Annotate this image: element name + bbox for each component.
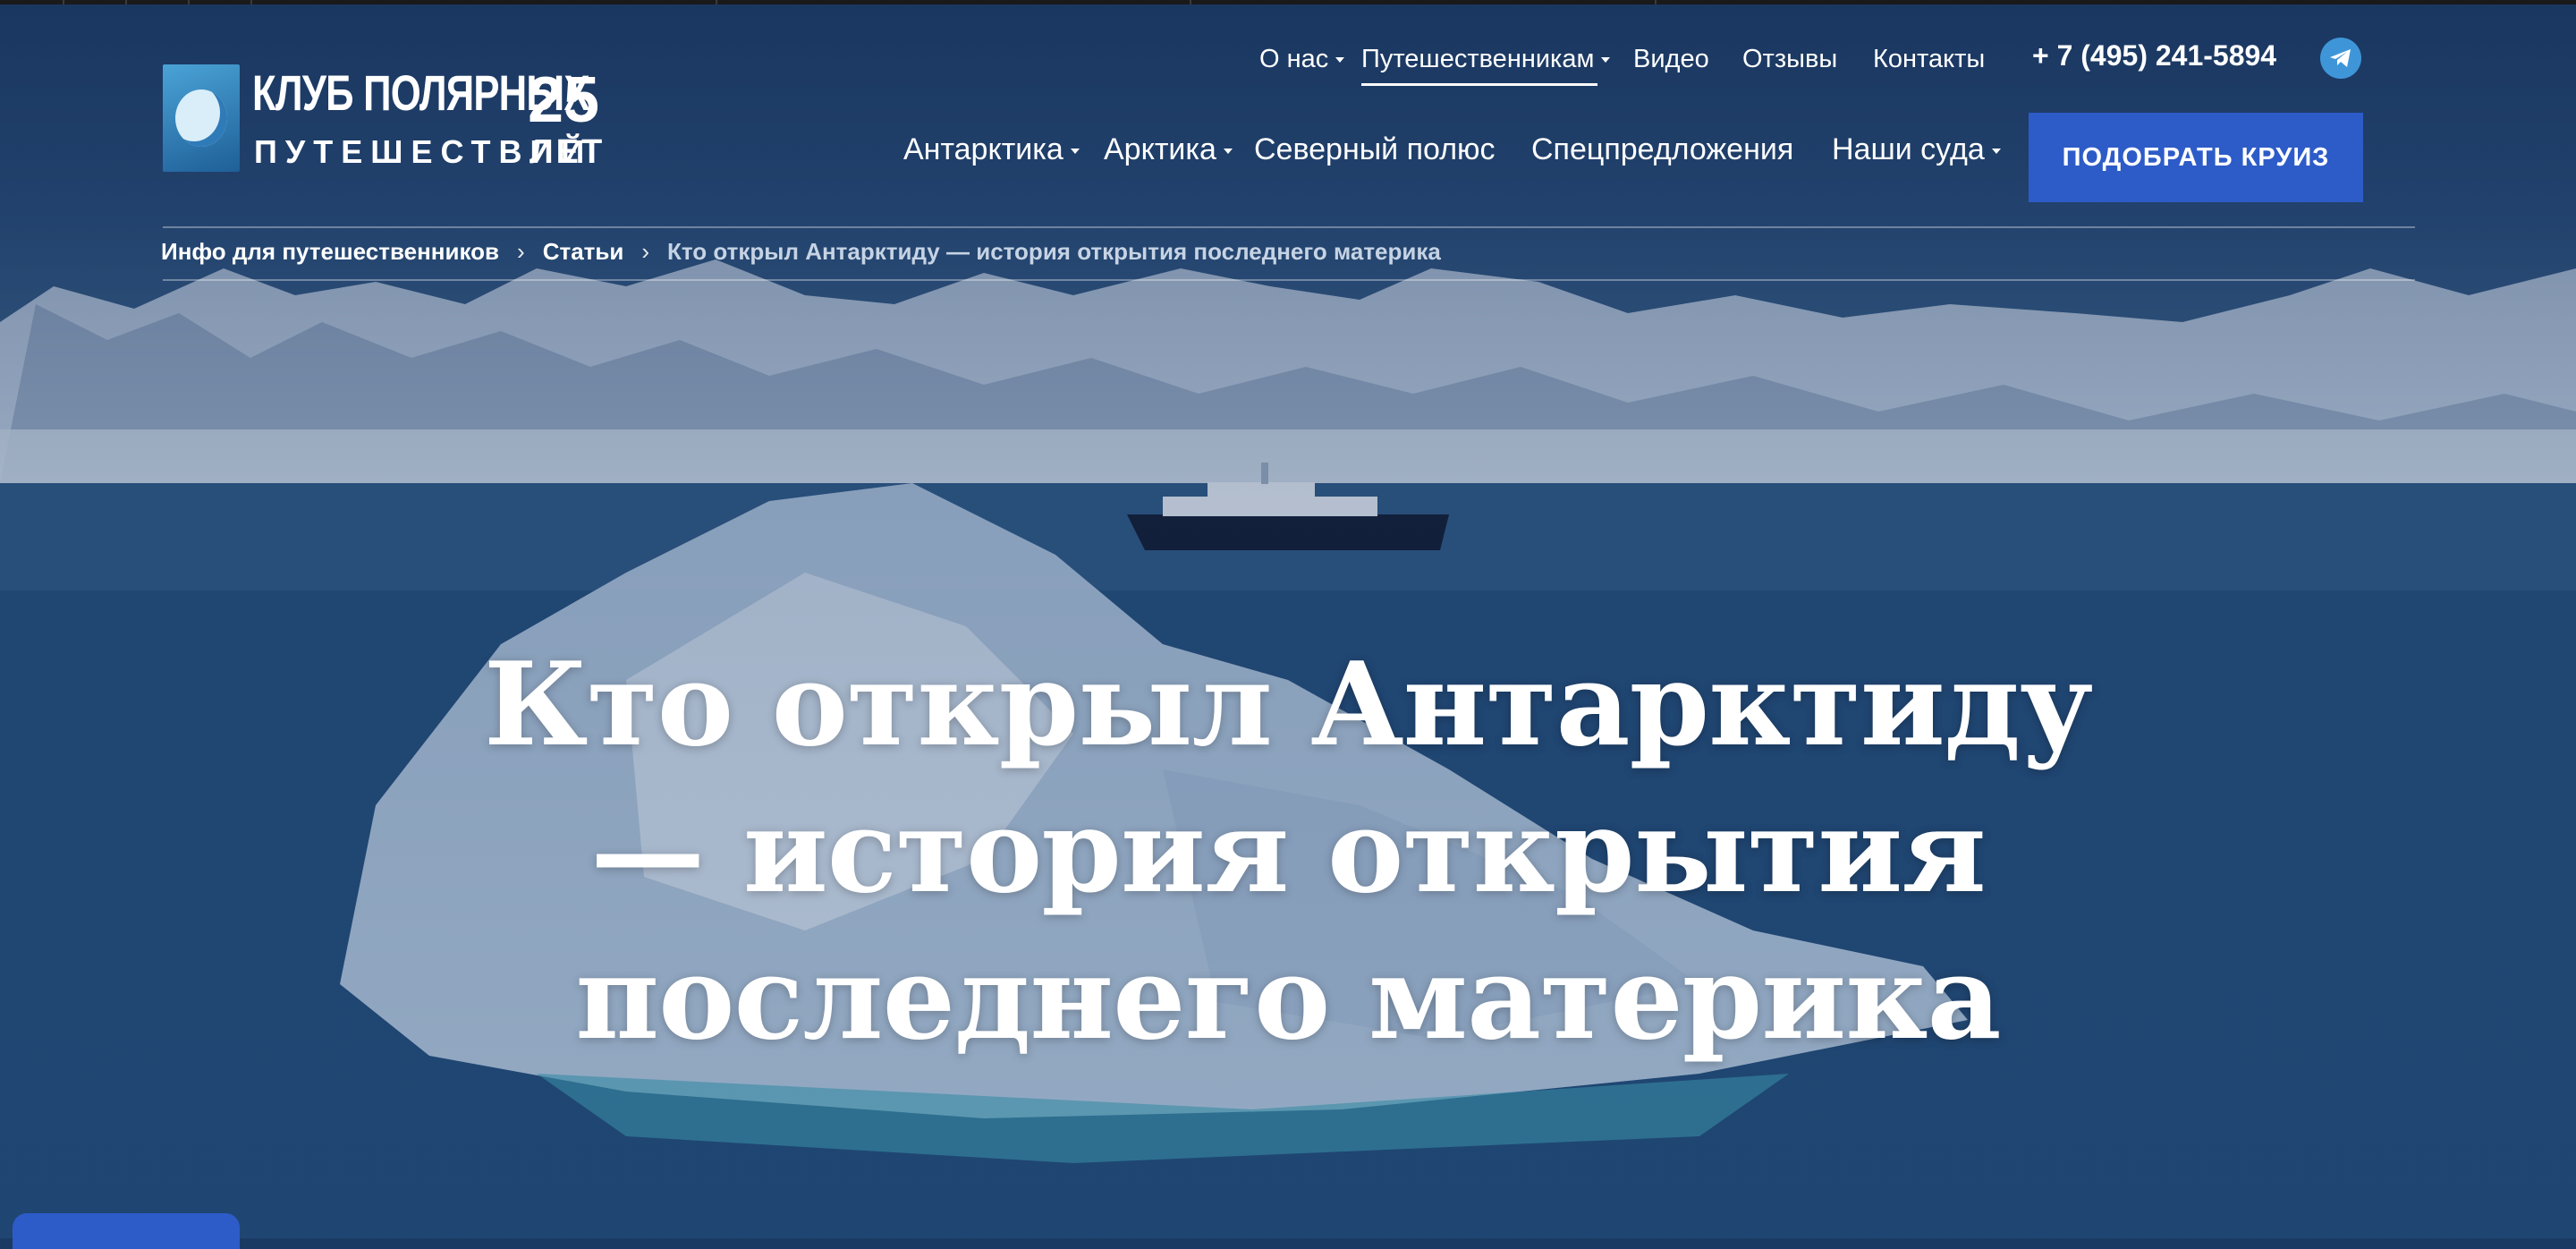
nav-item-ships[interactable]: Наши суда	[1832, 132, 2001, 167]
chevron-down-icon	[1070, 149, 1080, 155]
breadcrumb-separator: ›	[641, 238, 650, 265]
nav-item-arctic[interactable]: Арктика	[1104, 132, 1233, 167]
nav-item-north-pole[interactable]: Северный полюс	[1254, 132, 1496, 167]
page-title: Кто открыл Антарктиду — история открытия…	[394, 632, 2182, 1072]
chevron-down-icon	[1335, 56, 1345, 63]
chevron-down-icon	[1223, 149, 1233, 155]
phone-link[interactable]: + 7 (495) 241-5894	[2032, 39, 2276, 72]
nav-item-reviews[interactable]: Отзывы	[1742, 45, 1837, 74]
chevron-down-icon	[1991, 149, 2001, 155]
telegram-icon[interactable]	[2320, 38, 2361, 79]
floating-widget-button[interactable]	[13, 1213, 240, 1249]
anniversary-number: 25	[528, 64, 600, 136]
breadcrumb-item-info[interactable]: Инфо для путешественников	[161, 238, 499, 266]
site-logo[interactable]: КЛУБ ПОЛЯРНЫХ ПУТЕШЕСТВИЙ 25 ЛЕТ	[163, 64, 619, 174]
breadcrumb-separator: ›	[517, 238, 525, 265]
active-underline	[1361, 83, 1597, 86]
nav-item-antarctica[interactable]: Антарктика	[903, 132, 1080, 167]
anniversary-word: ЛЕТ	[530, 133, 606, 171]
nav-item-contacts[interactable]: Контакты	[1873, 45, 1985, 74]
chevron-down-icon	[1601, 56, 1611, 63]
logo-emblem	[163, 64, 240, 172]
find-cruise-button[interactable]: ПОДОБРАТЬ КРУИЗ	[2029, 113, 2363, 202]
title-line-1: Кто открыл Антарктиду	[483, 637, 2093, 772]
browser-top-strip	[0, 0, 2576, 4]
nav-item-video[interactable]: Видео	[1633, 45, 1709, 74]
divider-top	[163, 226, 2415, 228]
nav-item-about[interactable]: О нас	[1259, 45, 1345, 74]
breadcrumb-item-articles[interactable]: Статьи	[543, 238, 624, 266]
divider-bottom	[163, 279, 2415, 281]
nav-item-travellers[interactable]: Путешественникам	[1361, 45, 1611, 74]
title-line-3: последнего материка	[575, 930, 2001, 1066]
title-line-2: — история открытия	[590, 784, 1986, 919]
nav-item-special-offers[interactable]: Спецпредложения	[1531, 132, 1793, 167]
breadcrumb: Инфо для путешественников › Статьи › Кто…	[161, 238, 1441, 266]
breadcrumb-current: Кто открыл Антарктиду — история открытия…	[667, 238, 1441, 265]
